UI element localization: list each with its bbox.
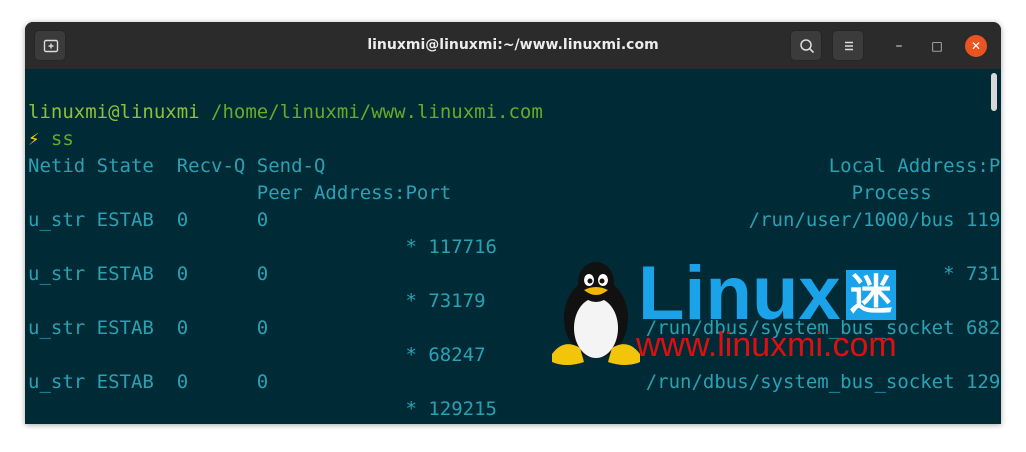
close-icon[interactable]: ✕ [965, 35, 987, 57]
output-row: u_str ESTAB 0 0 /run/user/1000/bus 11909… [28, 209, 1001, 231]
menu-button[interactable] [832, 30, 864, 61]
watermark: Linux 迷 www.linuxmi.com [520, 251, 920, 373]
scrollbar-thumb[interactable] [991, 73, 997, 111]
header-line-2: Peer Address:Port Process [28, 182, 932, 204]
maximize-icon[interactable]: □ [926, 35, 948, 57]
command-line: ⚡ ss [28, 126, 74, 152]
search-icon [800, 39, 815, 54]
lightning-icon: ⚡ [28, 128, 40, 150]
output-row: * 117716 [28, 236, 497, 258]
watermark-brand: Linux [638, 251, 841, 336]
watermark-brand-suffix: 迷 [846, 270, 896, 320]
output-row: * 68247 [28, 344, 486, 366]
watermark-url: www.linuxmi.com [636, 326, 897, 364]
prompt-line: linuxmi@linuxmi /home/linuxmi/www.linuxm… [28, 99, 543, 125]
header-line-1: Netid State Recv-Q Send-Q Local Address:… [28, 155, 1001, 177]
hamburger-menu-icon [845, 41, 853, 51]
title-bar[interactable]: linuxmi@linuxmi:~/www.linuxmi.com – □ ✕ [25, 22, 1001, 69]
search-button[interactable] [790, 30, 822, 61]
output-row: * 129215 [28, 398, 497, 420]
prompt-path: /home/linuxmi/www.linuxmi.com [211, 101, 543, 123]
output-row: * 73179 [28, 290, 486, 312]
command-text: ss [50, 128, 74, 150]
prompt-user: linuxmi@linuxmi [28, 101, 200, 123]
minimize-icon[interactable]: – [888, 35, 910, 57]
